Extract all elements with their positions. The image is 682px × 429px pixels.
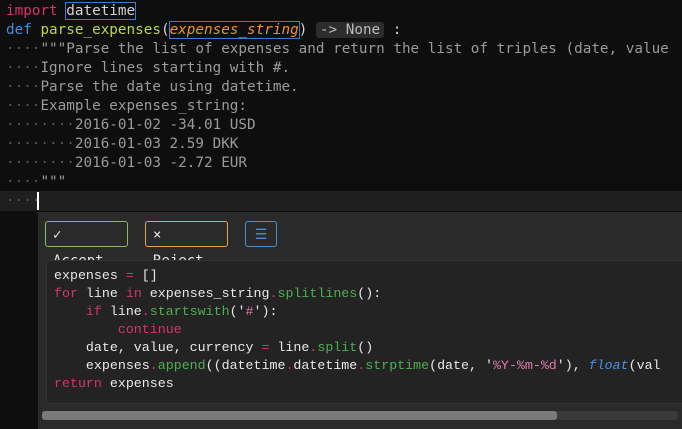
code-token: # — [245, 304, 254, 319]
code-token: (val — [628, 358, 661, 373]
code-token: 2016-01-03 -2.72 EUR — [74, 155, 248, 171]
code-token: def — [6, 22, 32, 38]
code-token: line — [77, 286, 126, 301]
code-token: expenses — [101, 376, 174, 391]
code-line: import datetime — [6, 2, 137, 21]
code-token: 2016-01-03 2.59 DKK — [74, 136, 239, 152]
code-line: ········2016-01-03 -2.72 EUR — [6, 154, 247, 173]
code-token: """Parse the list of expenses and return… — [40, 41, 669, 57]
code-token: ···· — [6, 98, 41, 114]
code-line: ····Example expenses_string: — [6, 97, 247, 116]
code-token: continue — [117, 322, 182, 337]
code-token: strptime — [365, 358, 430, 373]
code-token: parse_expenses — [40, 22, 161, 38]
code-line: ········2016-01-02 -34.01 USD — [6, 116, 256, 135]
code-token: (): — [357, 286, 382, 301]
code-token: """ — [40, 174, 67, 190]
code-token: %Y-%m-%d — [492, 358, 557, 373]
horizontal-scrollbar[interactable] — [42, 411, 678, 420]
code-line: for line in expenses_string.splitlines()… — [54, 285, 381, 303]
code-token: Parse the date using datetime. — [40, 79, 299, 95]
code-token: [] — [133, 268, 158, 283]
code-token: : — [384, 22, 402, 38]
code-token: ···· — [6, 79, 41, 95]
accept-button[interactable]: ✓ Accept — [45, 221, 128, 269]
code-token: Example expenses_string: — [40, 98, 248, 114]
code-line: expenses = [] — [54, 267, 158, 285]
code-token: . — [149, 358, 158, 373]
code-token: for — [54, 286, 78, 301]
code-line: def parse_expenses(expenses_string) -> N… — [6, 21, 401, 40]
inline-suggestion-panel: ✓ Accept × Reject ☰ expenses = []for lin… — [38, 212, 682, 429]
text-cursor — [37, 192, 39, 210]
code-token: ········ — [6, 136, 75, 152]
code-line: ···· — [6, 192, 40, 211]
code-token: ········ — [6, 155, 75, 171]
code-token: '): — [253, 304, 278, 319]
code-token: = — [125, 268, 134, 283]
code-token: expenses — [54, 358, 150, 373]
scrollbar-thumb[interactable] — [42, 411, 558, 420]
menu-icon[interactable]: ☰ — [245, 221, 277, 247]
code-token: datetime — [293, 358, 358, 373]
code-line: ····""" — [6, 173, 66, 192]
code-token: append — [157, 358, 206, 373]
code-token: ···· — [6, 60, 41, 76]
code-token: return — [54, 376, 102, 391]
code-token: datetime — [65, 2, 137, 20]
code-token: ((datetime — [205, 358, 286, 373]
code-token: ) — [298, 22, 308, 38]
code-token: in — [125, 286, 142, 301]
code-line: expenses.append((datetime.datetime.strpt… — [54, 357, 661, 375]
code-token: . — [141, 304, 150, 319]
code-token: (' — [229, 304, 246, 319]
code-token: ···· — [6, 41, 41, 57]
code-token: ········ — [6, 117, 75, 133]
code-token: float — [588, 358, 629, 373]
code-token: splitlines — [277, 286, 358, 301]
code-token: Ignore lines starting with #. — [40, 60, 291, 76]
code-line: date, value, currency = line.split() — [54, 339, 373, 357]
code-line: return expenses — [54, 375, 174, 393]
code-token: line — [269, 340, 310, 355]
code-line: ········2016-01-03 2.59 DKK — [6, 135, 238, 154]
code-token: ···· — [6, 174, 41, 190]
code-token: '), — [556, 358, 589, 373]
suggested-code: expenses = [] for line in expenses_string… — [46, 260, 682, 404]
code-token: expenses — [54, 268, 126, 283]
code-line: continue — [54, 321, 182, 339]
code-token: ···· — [6, 193, 41, 209]
code-line: ····Parse the date using datetime. — [6, 78, 299, 97]
code-editor[interactable]: import datetime def parse_expenses(expens… — [0, 0, 682, 212]
code-token: if — [85, 304, 102, 319]
code-token: expenses_string — [141, 286, 270, 301]
code-token: ( — [160, 22, 170, 38]
code-line: ····Ignore lines starting with #. — [6, 59, 290, 78]
code-token: () — [357, 340, 374, 355]
code-token: (date, ' — [429, 358, 493, 373]
code-token: line — [101, 304, 142, 319]
current-line-highlight — [0, 191, 682, 211]
code-token: -> None — [315, 22, 385, 38]
code-token: startswith — [149, 304, 230, 319]
code-token: date, value, currency — [54, 340, 262, 355]
code-token: split — [317, 340, 358, 355]
code-line: if line.startswith('#'): — [54, 303, 278, 321]
code-token: 2016-01-02 -34.01 USD — [74, 117, 256, 133]
reject-button[interactable]: × Reject — [145, 221, 228, 269]
code-token: expenses_string — [168, 21, 300, 39]
code-line: ····"""Parse the list of expenses and re… — [6, 40, 669, 59]
code-token: import — [6, 3, 58, 19]
